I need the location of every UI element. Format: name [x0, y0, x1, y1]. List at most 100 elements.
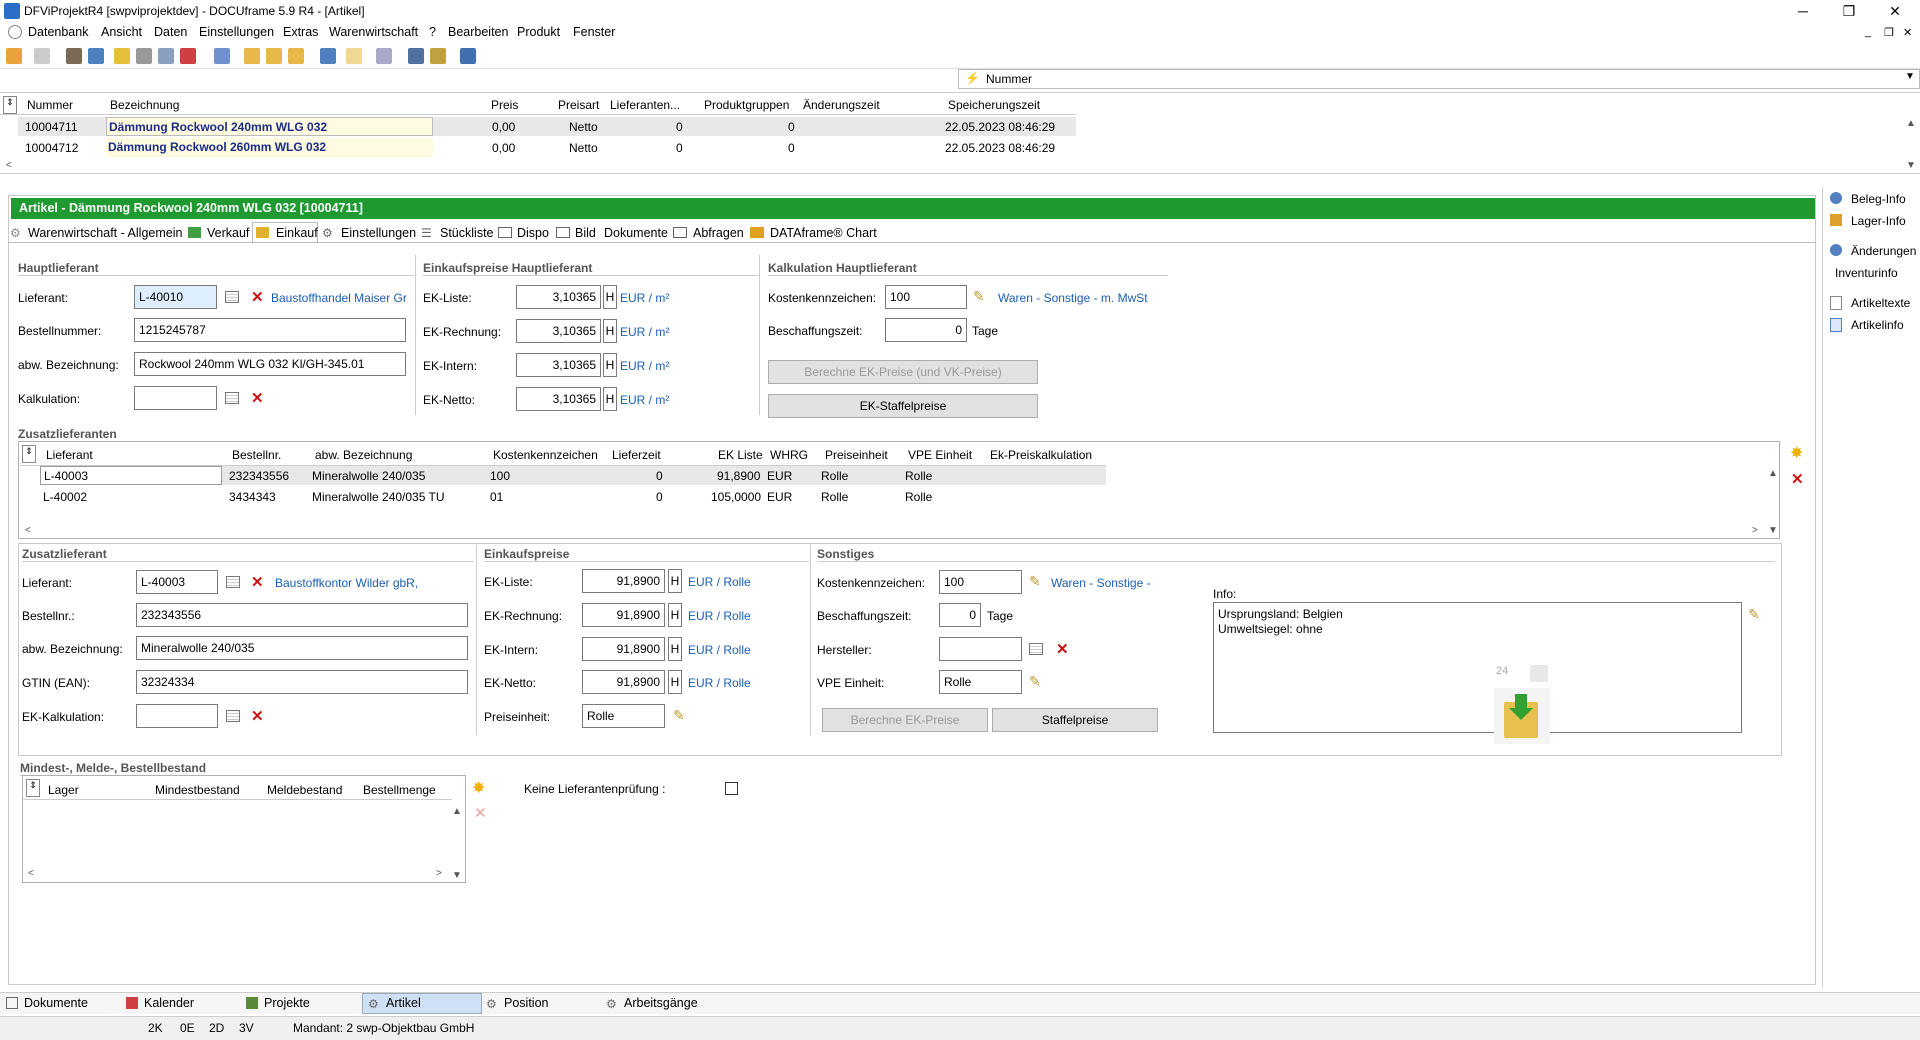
- delete-icon[interactable]: ✕: [1791, 470, 1804, 488]
- maximize-button[interactable]: ❐: [1826, 0, 1872, 22]
- sidebar-artikeltexte[interactable]: Artikeltexte: [1851, 296, 1910, 310]
- col-mindestbestand[interactable]: Mindestbestand: [155, 783, 240, 797]
- col-produktgruppen[interactable]: Produktgruppen: [704, 98, 789, 112]
- berechne-ek-button[interactable]: Berechne EK-Preise (und VK-Preise): [768, 360, 1038, 384]
- col-abw-bezeichnung[interactable]: abw. Bezeichnung: [315, 448, 412, 462]
- sonstiges-kk-link[interactable]: Waren - Sonstige -: [1051, 576, 1151, 590]
- unit-link[interactable]: EUR / Rolle: [688, 643, 751, 657]
- unit-link[interactable]: EUR / Rolle: [688, 575, 751, 589]
- tab-dispo[interactable]: Dispo: [517, 226, 549, 240]
- col-meldebestand[interactable]: Meldebestand: [267, 783, 342, 797]
- calendar-icon[interactable]: [180, 48, 196, 64]
- pencil-icon[interactable]: ✎: [1748, 606, 1760, 623]
- mdi-icon[interactable]: [8, 25, 22, 39]
- col-nummer[interactable]: Nummer: [27, 98, 73, 112]
- calendar-icon[interactable]: [225, 291, 239, 303]
- scroll-down-icon[interactable]: ▼: [1906, 160, 1916, 171]
- menu-daten[interactable]: Daten: [154, 25, 187, 39]
- menu-datenbank[interactable]: Datenbank: [28, 25, 88, 39]
- pencil-icon[interactable]: ✎: [1029, 573, 1041, 590]
- col-preiseinheit[interactable]: Preiseinheit: [825, 448, 888, 462]
- clear-icon[interactable]: ✕: [251, 707, 264, 725]
- tab-stueckliste[interactable]: Stückliste: [440, 226, 494, 240]
- ek2-rechnung-input[interactable]: 91,8900: [582, 603, 665, 627]
- col-aenderungszeit[interactable]: Änderungszeit: [803, 98, 880, 112]
- lieferant-input[interactable]: L-40010: [134, 285, 217, 309]
- kalkulation-input[interactable]: [134, 386, 217, 410]
- col-speicherungszeit[interactable]: Speicherungszeit: [948, 98, 1040, 112]
- list-icon[interactable]: [88, 48, 104, 64]
- chevron-down-icon[interactable]: ▼: [1905, 71, 1915, 82]
- sort-toggle-icon[interactable]: ⇕: [22, 445, 36, 463]
- clip-icon[interactable]: [136, 48, 152, 64]
- folder-icon[interactable]: [244, 48, 260, 64]
- col-lieferant[interactable]: Lieferant: [46, 448, 93, 462]
- bottom-tab-kalender[interactable]: Kalender: [144, 996, 194, 1010]
- clear-icon[interactable]: ✕: [1056, 640, 1069, 658]
- menu-fenster[interactable]: Fenster: [573, 25, 615, 39]
- clear-icon[interactable]: ✕: [251, 573, 264, 591]
- sort-toggle-icon[interactable]: ⇕: [26, 779, 40, 797]
- calendar-icon[interactable]: [226, 710, 240, 722]
- beschaffungszeit-input[interactable]: 0: [885, 318, 967, 342]
- tab-warenwirtschaft-allgemein[interactable]: Warenwirtschaft - Allgemein: [28, 226, 182, 240]
- scroll-left-icon[interactable]: <: [6, 160, 12, 171]
- col-whrg[interactable]: WHRG: [770, 448, 808, 462]
- minimize-button[interactable]: ─: [1780, 0, 1826, 22]
- kostenkennzeichen-link[interactable]: Waren - Sonstige - m. MwSt: [998, 291, 1148, 305]
- h-button[interactable]: H: [668, 603, 682, 627]
- sonstiges-kk-input[interactable]: 100: [939, 570, 1022, 594]
- info-textarea[interactable]: Ursprungsland: Belgien Umweltsiegel: ohn…: [1213, 602, 1742, 733]
- berechne-ek-preise-button[interactable]: Berechne EK-Preise: [822, 708, 988, 732]
- export-icon[interactable]: [288, 48, 304, 64]
- search-icon[interactable]: [320, 48, 336, 64]
- scroll-left-icon[interactable]: <: [25, 525, 31, 536]
- search-next-icon[interactable]: [346, 48, 362, 64]
- menu-ansicht[interactable]: Ansicht: [101, 25, 142, 39]
- mail-icon[interactable]: [266, 48, 282, 64]
- zusatz-lieferant-link[interactable]: Baustoffkontor Wilder gbR,: [275, 576, 418, 590]
- unit-link[interactable]: EUR / m²: [620, 393, 669, 407]
- add-icon[interactable]: ✸: [472, 778, 485, 798]
- phone-icon[interactable]: [214, 48, 230, 64]
- bottom-tab-artikel[interactable]: Artikel: [386, 996, 421, 1010]
- mdi-restore-icon[interactable]: ❐: [1884, 26, 1894, 39]
- tab-einstellungen[interactable]: Einstellungen: [341, 226, 416, 240]
- ek2-liste-input[interactable]: 91,8900: [582, 569, 665, 593]
- calendar-icon[interactable]: [226, 576, 240, 588]
- view-icon[interactable]: [376, 48, 392, 64]
- mdi-close-icon[interactable]: ✕: [1903, 26, 1912, 39]
- unit-link[interactable]: EUR / Rolle: [688, 676, 751, 690]
- bottom-tab-arbeitsgaenge[interactable]: Arbeitsgänge: [624, 996, 698, 1010]
- bottom-tab-projekte[interactable]: Projekte: [264, 996, 310, 1010]
- menu-help[interactable]: ?: [429, 25, 436, 39]
- unit-link[interactable]: EUR / Rolle: [688, 609, 751, 623]
- col-ek-preiskalkulation[interactable]: Ek-Preiskalkulation: [990, 448, 1092, 462]
- gtin-input[interactable]: 32324334: [136, 670, 468, 694]
- h-button[interactable]: H: [603, 387, 617, 411]
- bottom-tab-position[interactable]: Position: [504, 996, 548, 1010]
- sidebar-artikelinfo[interactable]: Artikelinfo: [1851, 318, 1904, 332]
- sidebar-beleg-info[interactable]: Beleg-Info: [1851, 192, 1906, 206]
- unit-link[interactable]: EUR / m²: [620, 291, 669, 305]
- pencil-icon[interactable]: ✎: [973, 288, 985, 305]
- sidebar-lager-info[interactable]: Lager-Info: [1851, 214, 1906, 228]
- h-button[interactable]: H: [668, 637, 682, 661]
- filter-field-select[interactable]: [958, 69, 1920, 89]
- menu-bearbeiten[interactable]: Bearbeiten: [448, 25, 508, 39]
- sonstiges-bz-input[interactable]: 0: [939, 603, 981, 627]
- ek-liste-input[interactable]: 3,10365: [516, 285, 601, 309]
- scroll-up-icon[interactable]: ▲: [1906, 118, 1916, 129]
- calendar-icon[interactable]: [1029, 643, 1043, 655]
- tab-verkauf[interactable]: Verkauf: [207, 226, 249, 240]
- vpe-einheit-input[interactable]: Rolle: [939, 670, 1022, 694]
- card-icon[interactable]: [66, 48, 82, 64]
- zusatz-bestellnr-input[interactable]: 232343556: [136, 603, 468, 627]
- h-button[interactable]: H: [603, 353, 617, 377]
- h-button[interactable]: H: [668, 670, 682, 694]
- sort-toggle-icon[interactable]: ⇕: [3, 96, 17, 114]
- scroll-down-icon[interactable]: ▼: [1768, 525, 1778, 536]
- bestellnummer-input[interactable]: 1215245787: [134, 318, 406, 342]
- pencil-icon[interactable]: ✎: [673, 707, 685, 724]
- col-kostenkennzeichen[interactable]: Kostenkennzeichen: [493, 448, 598, 462]
